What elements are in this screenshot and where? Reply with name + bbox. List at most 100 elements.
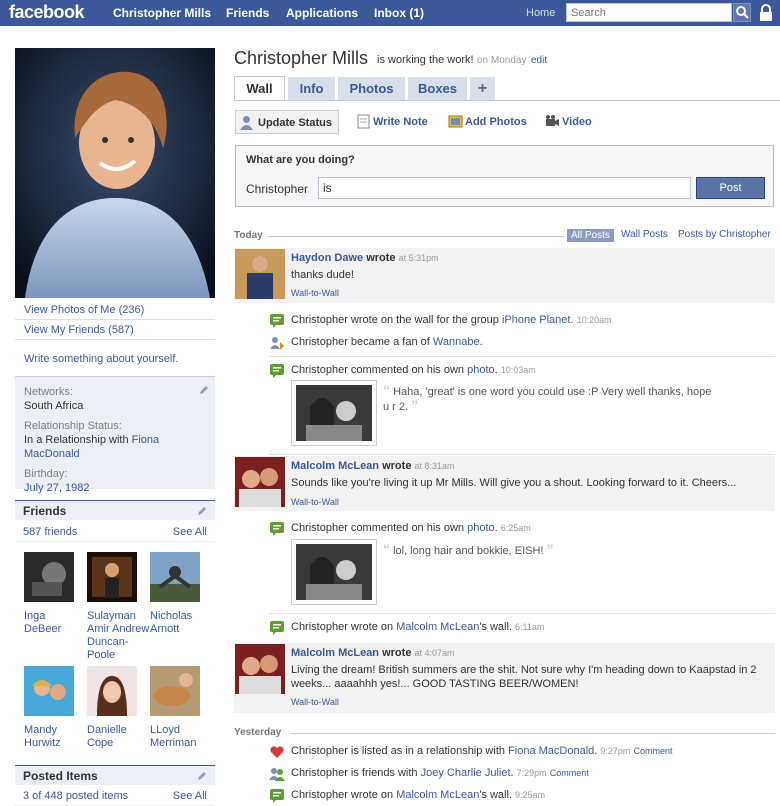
search-input[interactable]: [566, 3, 732, 22]
wall-post-icon: [270, 789, 284, 803]
birthday-year-link[interactable]: 1982: [65, 482, 89, 494]
pencil-icon[interactable]: [197, 771, 207, 781]
status-composer: What are you doing? Christopher Post: [235, 145, 774, 207]
story-link[interactable]: Malcolm McLean: [396, 621, 479, 633]
composer-question: What are you doing?: [246, 154, 355, 166]
add-photos-button[interactable]: Add Photos: [445, 110, 527, 134]
post-author-link[interactable]: Haydon Dawe: [291, 252, 363, 264]
friend-item[interactable]: Danielle Cope: [87, 666, 145, 750]
status-text: is working the work!: [377, 54, 474, 66]
friend-name[interactable]: Danielle Cope: [87, 724, 145, 750]
nav-profile[interactable]: Christopher Mills: [113, 6, 211, 20]
nav-home[interactable]: Home: [526, 7, 555, 19]
tab-info[interactable]: Info: [288, 77, 335, 101]
write-about-link[interactable]: Write something about yourself.: [24, 353, 178, 365]
friend-item[interactable]: Sulayman Amir Andrew Duncan-Poole: [87, 552, 151, 662]
fan-icon: [270, 337, 284, 350]
comment-link[interactable]: Comment: [634, 746, 673, 756]
pencil-icon[interactable]: [197, 506, 207, 516]
story-link[interactable]: Wannabe: [433, 336, 480, 348]
post-author-link[interactable]: Malcolm McLean: [291, 460, 379, 472]
friend-name[interactable]: Sulayman Amir Andrew Duncan-Poole: [87, 610, 151, 662]
post-button[interactable]: Post: [696, 177, 765, 199]
story-link[interactable]: Joey Charlie Juliet: [421, 767, 511, 779]
wall-post: Malcolm McLean wrote at 4:07am Living th…: [234, 643, 775, 713]
author-avatar[interactable]: [235, 249, 285, 299]
friend-photo[interactable]: [24, 552, 74, 602]
view-photos-link[interactable]: View Photos of Me (236): [15, 300, 215, 320]
story-link[interactable]: photo: [467, 364, 495, 376]
posted-box-sub: 3 of 448 posted items See All: [15, 786, 215, 806]
friend-name[interactable]: Nicholas Arnott: [150, 610, 208, 636]
wall-to-wall-link[interactable]: Wall-to-Wall: [291, 697, 339, 707]
posted-see-all[interactable]: See All: [173, 790, 207, 802]
story-link[interactable]: Malcolm McLean: [396, 789, 479, 801]
status-time: on Monday: [477, 55, 527, 66]
search-icon: [736, 6, 749, 19]
author-avatar[interactable]: [235, 644, 285, 694]
story-link[interactable]: Fiona MacDonald: [508, 745, 594, 757]
photo-icon: [448, 115, 463, 128]
post-time: at 8:31am: [414, 461, 455, 471]
profile-name: Christopher Mills: [234, 48, 369, 68]
birthday-date-link[interactable]: July 27: [24, 482, 59, 494]
nav-applications[interactable]: Applications: [286, 6, 358, 20]
comment-text: lol, long hair and bokkie, EISH!: [393, 545, 544, 557]
friend-photo[interactable]: [24, 666, 74, 716]
tab-add[interactable]: +: [470, 77, 495, 101]
friends-title: Friends: [23, 504, 67, 518]
nav-inbox[interactable]: Inbox (1): [374, 6, 424, 20]
comment-photo[interactable]: [291, 539, 377, 605]
networks-label: Networks:: [24, 386, 73, 398]
write-note-button[interactable]: Write Note: [353, 110, 428, 134]
friend-item[interactable]: Inga DeBeer: [24, 552, 82, 636]
friend-photo[interactable]: [150, 666, 200, 716]
friend-item[interactable]: Mandy Hurwitz: [24, 666, 82, 750]
relationship-label: Relationship Status:: [24, 420, 122, 432]
comment-icon: [270, 364, 284, 378]
lock-icon[interactable]: [758, 4, 774, 22]
friend-photo[interactable]: [87, 666, 137, 716]
video-button[interactable]: Video: [542, 110, 592, 134]
friend-name[interactable]: LLoyd Merriman: [150, 724, 208, 750]
friend-photo[interactable]: [150, 552, 200, 602]
search-button[interactable]: [733, 3, 751, 22]
facebook-logo[interactable]: facebook: [9, 2, 85, 23]
filter-all-posts[interactable]: All Posts: [567, 229, 614, 242]
tab-wall[interactable]: Wall: [234, 76, 285, 101]
friend-photo[interactable]: [87, 552, 137, 602]
filter-wall-posts[interactable]: Wall Posts: [621, 229, 668, 240]
comment-link[interactable]: Comment: [550, 768, 589, 778]
story-link[interactable]: photo: [467, 522, 495, 534]
friends-count-link[interactable]: 587 friends: [23, 526, 77, 538]
friend-item[interactable]: LLoyd Merriman: [150, 666, 208, 750]
wall-to-wall-link[interactable]: Wall-to-Wall: [291, 288, 339, 298]
filter-posts-by[interactable]: Posts by Christopher: [678, 229, 771, 240]
video-camera-icon: [546, 115, 559, 126]
wall-post: Malcolm McLean wrote at 8:31am Sounds li…: [234, 456, 775, 511]
tab-photos[interactable]: Photos: [338, 77, 405, 101]
friends-box-sub: 587 friends See All: [15, 522, 215, 542]
status-input[interactable]: [318, 177, 691, 199]
update-status-button[interactable]: Update Status: [235, 110, 339, 134]
story-link[interactable]: iPhone Planet: [502, 314, 571, 326]
post-author-link[interactable]: Malcolm McLean: [291, 647, 379, 659]
friend-name[interactable]: Mandy Hurwitz: [24, 724, 82, 750]
friend-name[interactable]: Inga DeBeer: [24, 610, 82, 636]
tab-boxes[interactable]: Boxes: [408, 77, 467, 101]
friend-item[interactable]: Nicholas Arnott: [150, 552, 208, 636]
posted-count-link[interactable]: 3 of 448 posted items: [23, 790, 128, 802]
wall-to-wall-link[interactable]: Wall-to-Wall: [291, 497, 339, 507]
birthday-label: Birthday:: [24, 468, 68, 480]
networks-value: South Africa: [24, 400, 84, 412]
post-body: Sounds like you're living it up Mr Mills…: [291, 477, 737, 489]
nav-friends[interactable]: Friends: [226, 6, 269, 20]
section-today: Today: [234, 230, 263, 241]
status-edit-link[interactable]: edit: [531, 55, 547, 66]
author-avatar[interactable]: [235, 457, 285, 507]
pencil-icon[interactable]: [199, 385, 209, 395]
view-friends-link[interactable]: View My Friends (587): [15, 320, 215, 340]
profile-photo[interactable]: [15, 48, 215, 298]
comment-photo[interactable]: [291, 380, 377, 446]
friends-see-all[interactable]: See All: [173, 526, 207, 538]
